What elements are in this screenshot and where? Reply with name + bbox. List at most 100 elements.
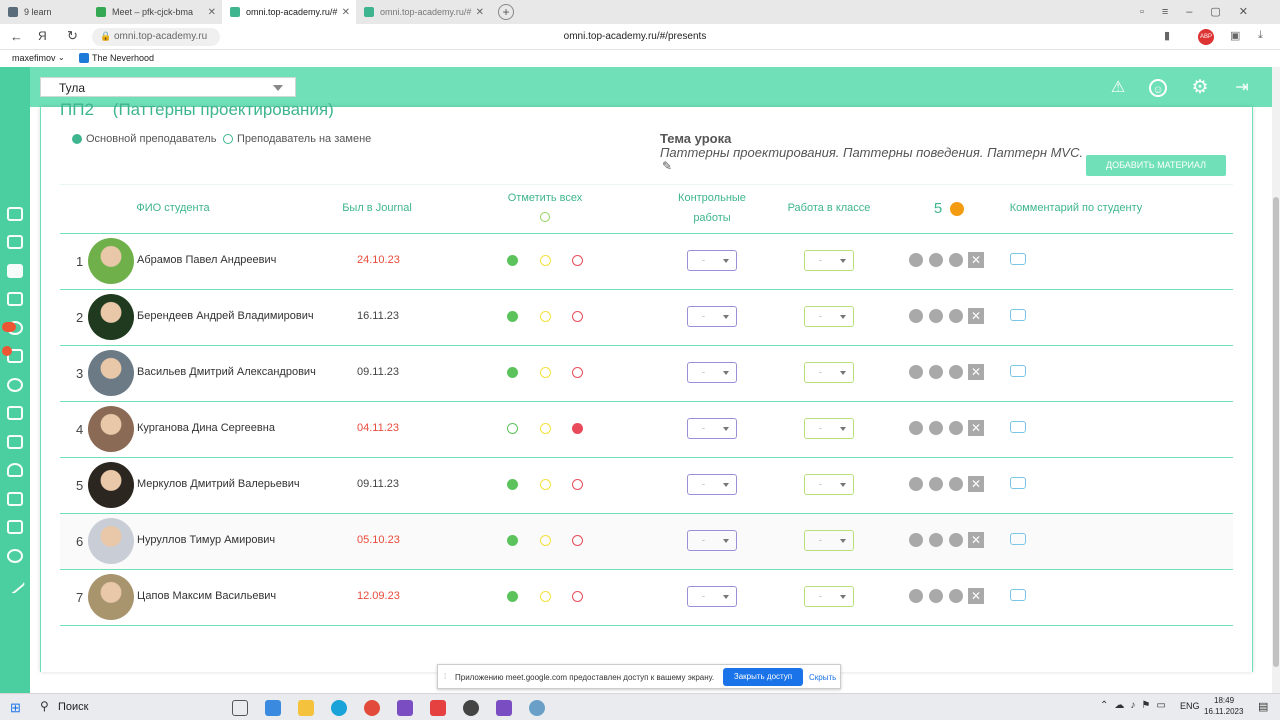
hide-link[interactable]: Скрыть <box>809 673 836 682</box>
present-radio[interactable] <box>507 423 518 434</box>
clock-time[interactable]: 18:49 <box>1214 696 1234 705</box>
url-pill[interactable]: 🔒 omni.top-academy.ru <box>92 28 220 46</box>
comment-icon[interactable] <box>1010 309 1026 321</box>
late-radio[interactable] <box>540 367 551 378</box>
coin-icon[interactable] <box>929 533 943 547</box>
clock-date[interactable]: 16.11.2023 <box>1204 707 1243 716</box>
late-radio[interactable] <box>540 255 551 266</box>
task-view-icon[interactable] <box>232 700 248 716</box>
scrollbar[interactable] <box>1272 67 1280 693</box>
visual-studio-2-icon[interactable] <box>496 700 512 716</box>
reload-icon[interactable]: ↻ <box>67 28 78 44</box>
mark-all-radio[interactable] <box>540 212 550 222</box>
scrollbar-thumb[interactable] <box>1273 197 1279 667</box>
present-radio[interactable] <box>507 535 518 546</box>
extensions-icon[interactable]: ▣ <box>1230 29 1240 42</box>
student-name[interactable]: Цапов Максим Васильевич <box>137 590 276 602</box>
classwork-select[interactable]: - <box>804 474 854 495</box>
student-name[interactable]: Васильев Дмитрий Александрович <box>137 366 316 378</box>
coin-icon[interactable] <box>949 365 963 379</box>
coin-icon[interactable] <box>909 253 923 267</box>
clear-coins-icon[interactable]: ✕ <box>968 364 984 380</box>
windows-start-icon[interactable]: ⊞ <box>10 700 21 716</box>
classwork-select[interactable]: - <box>804 362 854 383</box>
late-radio[interactable] <box>540 535 551 546</box>
classwork-select[interactable]: - <box>804 586 854 607</box>
coin-icon[interactable] <box>929 421 943 435</box>
tab-learn[interactable]: 9 learn <box>0 0 88 24</box>
users-icon[interactable] <box>7 378 23 392</box>
absent-radio[interactable] <box>572 255 583 266</box>
stop-sharing-button[interactable]: Закрыть доступ <box>723 668 803 686</box>
close-tab-icon[interactable]: ✕ <box>342 7 350 18</box>
late-radio[interactable] <box>540 423 551 434</box>
adblock-icon[interactable]: ABP <box>1198 29 1214 45</box>
pen-icon[interactable] <box>4 573 26 595</box>
chevron-down-icon[interactable]: ⌄ <box>58 53 65 62</box>
logout-icon[interactable]: ⇥ <box>1233 79 1251 97</box>
control-work-select[interactable]: - <box>687 418 737 439</box>
late-radio[interactable] <box>540 311 551 322</box>
coin-icon[interactable] <box>929 589 943 603</box>
new-tab-icon[interactable]: + <box>498 4 514 20</box>
bookmark-neverhood[interactable]: The Neverhood <box>92 53 154 63</box>
clear-coins-icon[interactable]: ✕ <box>968 252 984 268</box>
classwork-select[interactable]: - <box>804 530 854 551</box>
comment-icon[interactable] <box>1010 533 1026 545</box>
gear-icon[interactable]: ⚙ <box>1191 78 1209 97</box>
smiley-icon[interactable]: ☺ <box>1149 79 1167 97</box>
present-radio[interactable] <box>507 591 518 602</box>
visual-studio-icon[interactable] <box>397 700 413 716</box>
control-work-select[interactable]: - <box>687 362 737 383</box>
absent-radio[interactable] <box>572 479 583 490</box>
coin-icon[interactable] <box>949 589 963 603</box>
back-icon[interactable]: ← <box>10 29 23 44</box>
comment-icon[interactable] <box>1010 477 1026 489</box>
comment-icon[interactable] <box>1010 421 1026 433</box>
comment-icon[interactable] <box>1010 365 1026 377</box>
present-radio[interactable] <box>507 311 518 322</box>
student-name[interactable]: Курганова Дина Сергеевна <box>137 422 275 434</box>
late-radio[interactable] <box>540 479 551 490</box>
col-student-name[interactable]: ФИО студента <box>118 202 228 214</box>
comment-icon[interactable] <box>1010 253 1026 265</box>
warning-icon[interactable]: ⚠ <box>1109 79 1127 97</box>
store-icon[interactable] <box>265 700 281 716</box>
tray-icons[interactable]: ⌃☁♪⚑▭ <box>1100 700 1172 711</box>
taskbar-search[interactable]: Поиск <box>58 701 88 713</box>
student-name[interactable]: Нуруллов Тимур Амирович <box>137 534 275 546</box>
present-radio[interactable] <box>507 479 518 490</box>
folder-icon[interactable] <box>298 700 314 716</box>
student-name[interactable]: Берендеев Андрей Владимирович <box>137 310 314 322</box>
clear-coins-icon[interactable]: ✕ <box>968 308 984 324</box>
bookmark-icon[interactable]: ▮ <box>1164 29 1170 42</box>
coin-icon[interactable] <box>909 533 923 547</box>
present-radio[interactable] <box>507 367 518 378</box>
tab-meet[interactable]: Meet – pfk-cjck-bma ✕ <box>88 0 222 24</box>
student-name[interactable]: Меркулов Дмитрий Валерьевич <box>137 478 300 490</box>
chrome-icon[interactable] <box>364 700 380 716</box>
download-icon[interactable]: ⤓ <box>1258 29 1263 42</box>
present-radio[interactable] <box>507 255 518 266</box>
coin-icon[interactable] <box>949 533 963 547</box>
classwork-select[interactable]: - <box>804 250 854 271</box>
yandex-browser-icon[interactable] <box>430 700 446 716</box>
clear-coins-icon[interactable]: ✕ <box>968 532 984 548</box>
chart-icon[interactable] <box>7 520 23 534</box>
control-work-select[interactable]: - <box>687 306 737 327</box>
absent-radio[interactable] <box>572 591 583 602</box>
calendar-icon[interactable] <box>7 235 23 249</box>
tab-omni-active[interactable]: omni.top-academy.ru/# ✕ <box>222 0 356 24</box>
info-icon[interactable] <box>7 549 23 563</box>
classwork-select[interactable]: - <box>804 306 854 327</box>
coin-icon[interactable] <box>949 421 963 435</box>
control-work-select[interactable]: - <box>687 250 737 271</box>
briefcase-icon[interactable] <box>7 207 23 221</box>
close-tab-icon[interactable]: ✕ <box>208 7 216 18</box>
coin-icon[interactable] <box>949 309 963 323</box>
clear-coins-icon[interactable]: ✕ <box>968 420 984 436</box>
comment-icon[interactable] <box>1010 589 1026 601</box>
lang-indicator[interactable]: ENG <box>1180 701 1200 711</box>
student-name[interactable]: Абрамов Павел Андреевич <box>137 254 276 266</box>
tab-omni-2[interactable]: omni.top-academy.ru/# ✕ <box>356 0 490 24</box>
